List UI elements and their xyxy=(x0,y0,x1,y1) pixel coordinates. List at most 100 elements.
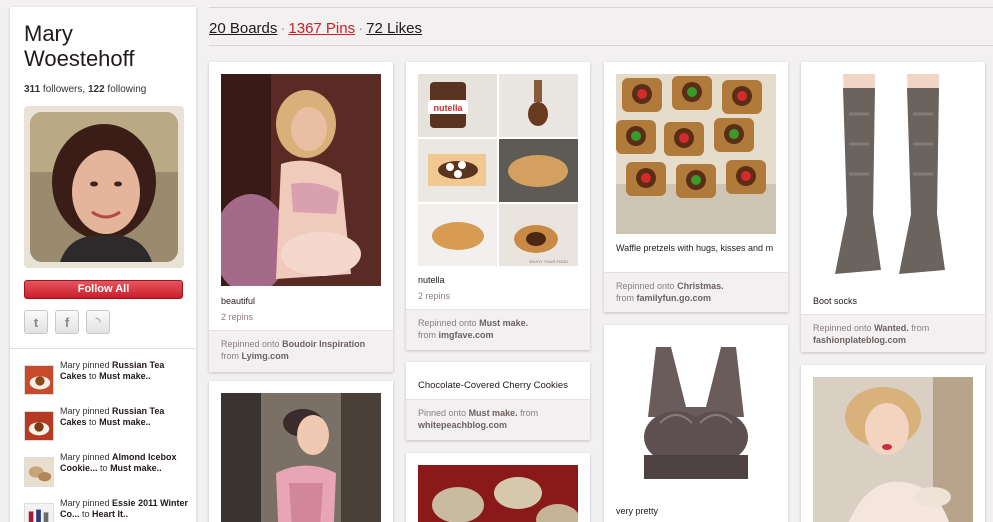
pin-image[interactable] xyxy=(813,74,973,286)
pin-description: Waffle pretzels with hugs, kisses and m xyxy=(616,243,774,253)
footer-from: from xyxy=(911,323,930,333)
footer-prefix: Repinned onto xyxy=(221,339,280,349)
pin-card[interactable]: beautiful 2 repins Repinned onto Boudoir… xyxy=(209,62,393,372)
activity-feed: Mary pinned Russian Tea Cakes to Must ma… xyxy=(24,360,192,522)
followers-label[interactable]: followers, xyxy=(43,84,85,95)
activity-text: Mary pinned Essie 2011 Winter Co... to H… xyxy=(60,498,192,522)
pin-photo xyxy=(813,377,973,522)
board-link[interactable]: Must make. xyxy=(469,408,518,418)
pin-image[interactable]: nutella ENJOY YOUR FOOD xyxy=(418,74,578,266)
activity-connector: to xyxy=(89,371,97,381)
pin-attribution: Repinned onto Must make. from imgfave.co… xyxy=(406,309,590,350)
activity-prefix: Mary pinned xyxy=(60,360,110,370)
activity-board-link[interactable]: Must make.. xyxy=(99,417,151,427)
facebook-icon[interactable]: f xyxy=(55,310,79,334)
pin-description: nutella xyxy=(418,275,445,285)
activity-text: Mary pinned Russian Tea Cakes to Must ma… xyxy=(60,360,192,406)
pin-card[interactable]: very pretty xyxy=(604,325,788,522)
footer-prefix: Repinned onto xyxy=(418,318,477,328)
board-link[interactable]: Christmas. xyxy=(677,281,724,291)
activity-item[interactable]: Mary pinned Russian Tea Cakes to Must ma… xyxy=(24,406,192,452)
footer-from: from xyxy=(520,408,539,418)
source-link[interactable]: Lyimg.com xyxy=(242,351,289,361)
image-watermark: ENJOY YOUR FOOD xyxy=(529,259,568,264)
footer-from: from xyxy=(418,330,436,340)
stats-separator: · xyxy=(358,20,364,37)
pin-image[interactable] xyxy=(813,377,973,522)
top-divider xyxy=(209,7,993,8)
activity-item[interactable]: Mary pinned Almond Icebox Cookie... to M… xyxy=(24,452,192,498)
pin-card[interactable] xyxy=(209,381,393,522)
activity-prefix: Mary pinned xyxy=(60,406,110,416)
sidebar-divider xyxy=(10,348,196,349)
activity-board-link[interactable]: Must make.. xyxy=(110,463,162,473)
pin-repins[interactable]: 2 repins xyxy=(418,291,450,301)
source-link[interactable]: fashionplateblog.com xyxy=(813,335,906,345)
activity-connector: to xyxy=(82,509,90,519)
pin-attribution: Repinned onto Boudoir Inspiration from L… xyxy=(209,330,393,372)
boards-link[interactable]: 20 Boards xyxy=(209,20,277,37)
profile-sidebar: Mary Woestehoff 311 followers, 122 follo… xyxy=(10,7,196,522)
pin-card[interactable]: Waffle pretzels with hugs, kisses and m … xyxy=(604,62,788,312)
pins-link[interactable]: 1367 Pins xyxy=(288,20,355,37)
pin-card[interactable]: Chocolate-Covered Cherry Cookies Pinned … xyxy=(406,362,590,440)
pin-card[interactable] xyxy=(801,365,985,522)
board-link[interactable]: Wanted. xyxy=(874,323,909,333)
footer-from: from xyxy=(221,351,239,361)
source-link[interactable]: familyfun.go.com xyxy=(637,293,712,303)
pin-photo xyxy=(813,74,973,286)
pin-photo: nutella ENJOY YOUR FOOD xyxy=(418,74,578,266)
activity-item[interactable]: Mary pinned Russian Tea Cakes to Must ma… xyxy=(24,360,192,406)
activity-board-link[interactable]: Must make.. xyxy=(99,371,151,381)
avatar[interactable] xyxy=(24,106,184,268)
pin-image[interactable] xyxy=(616,74,776,234)
activity-prefix: Mary pinned xyxy=(60,452,110,462)
pin-attribution: Pinned onto Must make. from whitepeachbl… xyxy=(406,399,590,440)
pin-image[interactable] xyxy=(616,337,776,497)
pin-photo xyxy=(418,465,578,522)
followers-count[interactable]: 311 xyxy=(24,84,40,95)
pin-card[interactable]: nutella ENJOY YOUR FOOD nutella 2 repins… xyxy=(406,62,590,350)
pin-repins[interactable]: 2 repins xyxy=(221,312,253,322)
pin-attribution: Repinned onto Wanted. from fashionplateb… xyxy=(801,314,985,352)
pin-image[interactable] xyxy=(418,465,578,522)
pin-description: Boot socks xyxy=(813,296,858,306)
stats-separator: · xyxy=(280,20,286,37)
activity-connector: to xyxy=(100,463,108,473)
footer-from: from xyxy=(616,293,634,303)
pin-description: Chocolate-Covered Cherry Cookies xyxy=(418,380,568,391)
activity-thumbnail xyxy=(24,457,54,487)
rss-icon[interactable]: ◝ xyxy=(86,310,110,334)
avatar-photo xyxy=(30,112,178,262)
following-label[interactable]: following xyxy=(107,84,146,95)
pin-photo xyxy=(616,337,776,497)
activity-item[interactable]: Mary pinned Essie 2011 Winter Co... to H… xyxy=(24,498,192,522)
pin-image[interactable] xyxy=(221,74,381,286)
activity-thumbnail xyxy=(24,365,54,395)
board-link[interactable]: Boudoir Inspiration xyxy=(282,339,365,349)
source-link[interactable]: whitepeachblog.com xyxy=(418,420,507,430)
pin-card[interactable] xyxy=(406,453,590,522)
activity-connector: to xyxy=(89,417,97,427)
pin-photo xyxy=(221,74,381,286)
pin-description: beautiful xyxy=(221,296,256,306)
footer-prefix: Repinned onto xyxy=(616,281,675,291)
activity-text: Mary pinned Russian Tea Cakes to Must ma… xyxy=(60,406,192,452)
follow-all-button[interactable]: Follow All xyxy=(24,280,183,299)
svg-text:nutella: nutella xyxy=(433,103,463,113)
activity-thumbnail xyxy=(24,503,54,522)
pin-card[interactable]: Boot socks Repinned onto Wanted. from fa… xyxy=(801,62,985,352)
likes-link[interactable]: 72 Likes xyxy=(366,20,422,37)
stats-divider xyxy=(209,45,993,46)
source-link[interactable]: imgfave.com xyxy=(439,330,494,340)
activity-board-link[interactable]: Heart It.. xyxy=(92,509,128,519)
profile-name[interactable]: Mary Woestehoff xyxy=(24,21,184,71)
pin-photo xyxy=(221,393,381,522)
profile-stats: 20 Boards · 1367 Pins · 72 Likes xyxy=(209,20,422,37)
board-link[interactable]: Must make. xyxy=(479,318,528,328)
pin-image[interactable] xyxy=(221,393,381,522)
pin-description: very pretty xyxy=(616,506,659,516)
twitter-icon[interactable]: t xyxy=(24,310,48,334)
activity-text: Mary pinned Almond Icebox Cookie... to M… xyxy=(60,452,192,498)
following-count[interactable]: 122 xyxy=(88,84,105,95)
